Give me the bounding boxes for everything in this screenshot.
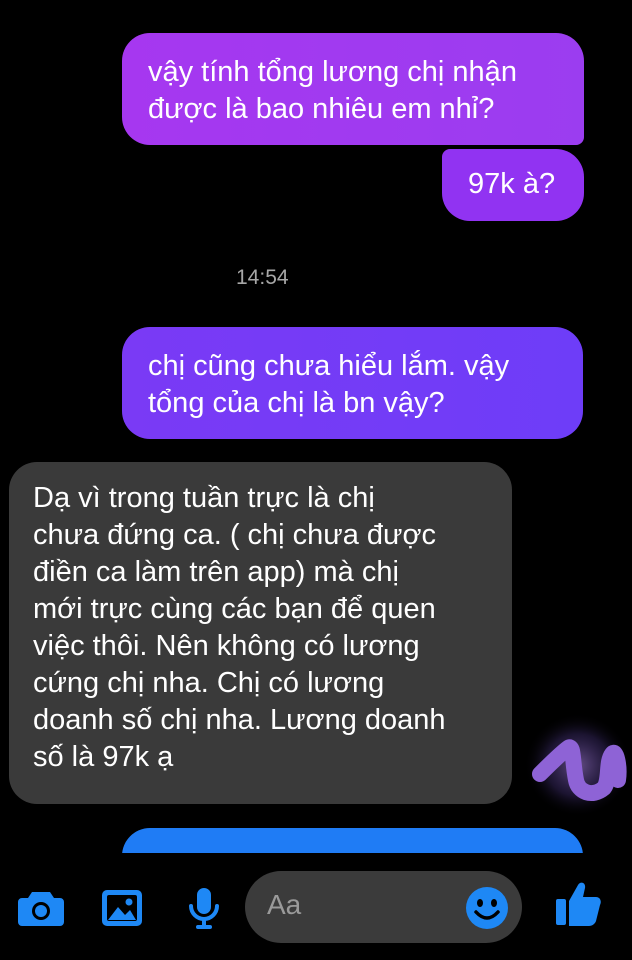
message-input-placeholder: Aa — [267, 889, 302, 920]
thumbs-up-icon — [556, 882, 601, 926]
voice-button[interactable] — [180, 884, 228, 932]
gallery-button[interactable] — [98, 884, 146, 932]
image-icon — [102, 890, 142, 926]
message-outgoing[interactable]: 97k à? — [442, 149, 584, 221]
message-outgoing[interactable]: chị cũng chưa hiểu lắm. vậy tổng của chị… — [122, 327, 583, 439]
message-incoming[interactable]: Dạ vì trong tuần trực là chị chưa đứng c… — [9, 462, 512, 804]
microphone-icon — [189, 888, 219, 929]
like-button[interactable] — [554, 880, 602, 928]
message-timestamp: 14:54 — [236, 266, 289, 289]
chat-screen: vậy tính tổng lương chị nhận được là bao… — [0, 0, 632, 960]
camera-icon — [18, 892, 64, 926]
emoji-icon[interactable] — [465, 886, 509, 930]
message-outgoing[interactable]: vậy tính tổng lương chị nhận được là bao… — [122, 33, 584, 145]
sticker-icon — [524, 713, 632, 817]
camera-button[interactable] — [17, 884, 65, 932]
